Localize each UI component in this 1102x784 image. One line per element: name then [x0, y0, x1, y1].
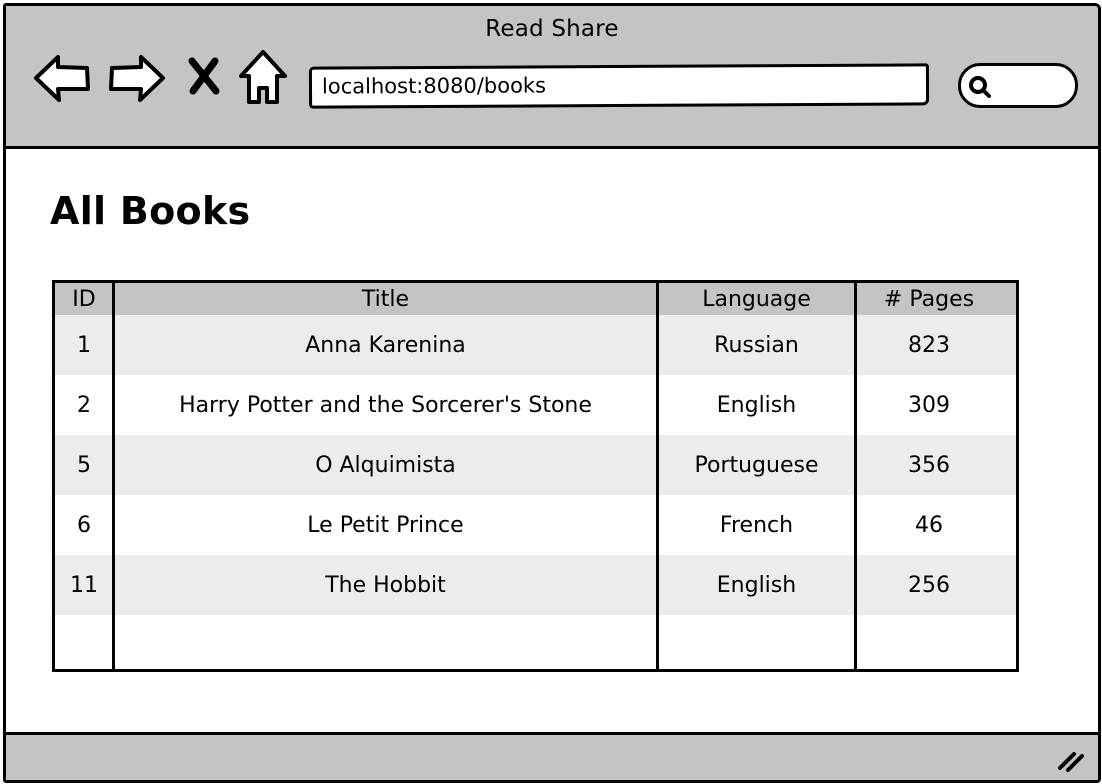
- table-row[interactable]: 1 Anna Karenina Russian 823: [55, 315, 1016, 375]
- address-bar[interactable]: localhost:8080/books: [308, 63, 930, 109]
- table-row[interactable]: 6 Le Petit Prince French 46: [55, 495, 1016, 555]
- browser-window: Read Share localhost:8080/books All Book…: [3, 3, 1101, 783]
- cell-id: 2: [77, 392, 91, 418]
- window-title: Read Share: [485, 16, 619, 42]
- header-language[interactable]: Language: [658, 283, 855, 315]
- cell-id: 11: [70, 572, 98, 598]
- cell-language: English: [716, 572, 797, 598]
- table-row[interactable]: 5 O Alquimista Portuguese 356: [55, 435, 1016, 495]
- cell-title: Le Petit Prince: [307, 512, 464, 538]
- cell-title: Anna Karenina: [305, 332, 466, 358]
- cell-title: O Alquimista: [315, 452, 456, 478]
- cell-pages: 309: [908, 392, 950, 418]
- cell-title: The Hobbit: [325, 572, 446, 598]
- browser-toolbar: Read Share localhost:8080/books: [6, 6, 1098, 149]
- close-x-icon[interactable]: [186, 56, 222, 96]
- table-header: ID Title Language # Pages: [55, 283, 1016, 315]
- cell-id: 1: [77, 332, 91, 358]
- page-title: All Books: [50, 189, 251, 233]
- table-row[interactable]: 2 Harry Potter and the Sorcerer's Stone …: [55, 375, 1016, 435]
- header-title[interactable]: Title: [113, 283, 658, 315]
- header-id[interactable]: ID: [55, 283, 113, 315]
- cell-pages: 46: [915, 512, 943, 538]
- cell-id: 6: [77, 512, 91, 538]
- cell-pages: 823: [908, 332, 950, 358]
- column-divider: [854, 283, 857, 669]
- cell-language: Portuguese: [694, 452, 819, 478]
- cell-pages: 356: [908, 452, 950, 478]
- header-pages[interactable]: # Pages: [855, 283, 1003, 315]
- status-bar: [6, 732, 1098, 780]
- cell-language: English: [716, 392, 797, 418]
- table-row[interactable]: 11 The Hobbit English 256: [55, 555, 1016, 615]
- books-table: ID Title Language # Pages 1 Anna Karenin…: [52, 280, 1019, 672]
- resize-grip-icon[interactable]: [1056, 746, 1086, 774]
- search-icon: [969, 76, 991, 98]
- url-text: localhost:8080/books: [321, 73, 547, 99]
- table-row-empty: [55, 615, 1016, 669]
- cell-language: French: [719, 512, 794, 538]
- home-icon[interactable]: [237, 48, 289, 106]
- column-divider: [656, 283, 659, 669]
- cell-pages: 256: [908, 572, 950, 598]
- cell-id: 5: [77, 452, 91, 478]
- forward-arrow-icon[interactable]: [107, 52, 167, 104]
- cell-language: Russian: [714, 332, 799, 358]
- cell-title: Harry Potter and the Sorcerer's Stone: [179, 392, 592, 418]
- search-input[interactable]: [958, 63, 1078, 108]
- column-divider: [112, 283, 115, 669]
- back-arrow-icon[interactable]: [32, 52, 92, 104]
